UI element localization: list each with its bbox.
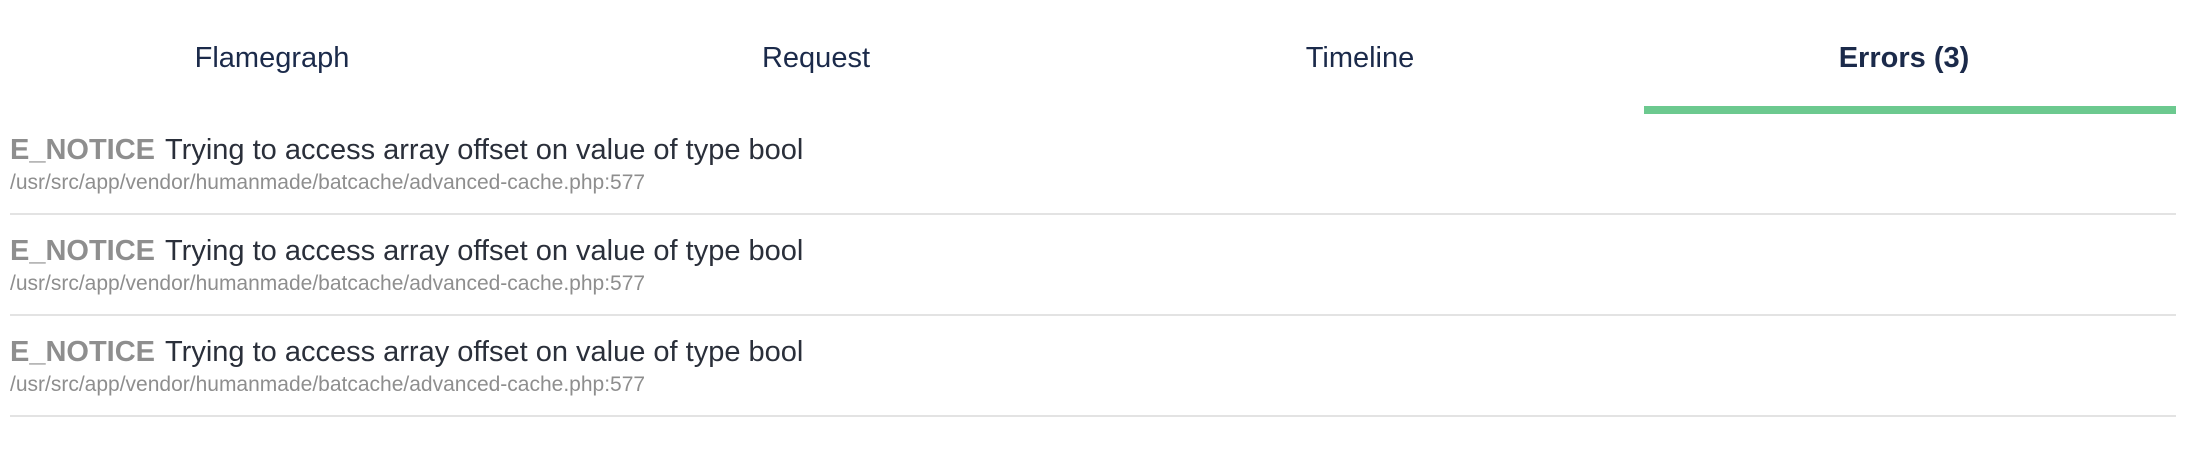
error-list: E_NOTICE Trying to access array offset on… [10,114,2176,417]
error-location: /usr/src/app/vendor/humanmade/batcache/a… [10,272,646,295]
tab-flamegraph[interactable]: Flamegraph [0,0,544,114]
error-type: E_NOTICE [10,235,156,267]
error-item: E_NOTICE Trying to access array offset on… [10,316,2176,417]
tab-label: Request [761,41,870,74]
error-message: Trying to access array offset on value o… [165,134,804,166]
tab-request[interactable]: Request [544,0,1088,114]
tab-label: Errors (3) [1838,41,1970,74]
error-type: E_NOTICE [10,336,156,368]
tab-label: Timeline [1305,41,1415,74]
tab-timeline[interactable]: Timeline [1088,0,1632,114]
error-heading: E_NOTICE Trying to access array offset on… [10,132,803,168]
error-type: E_NOTICE [10,134,156,166]
profiler-panel: Flamegraph Request Timeline Errors (3) E… [0,0,2190,452]
error-heading: E_NOTICE Trying to access array offset on… [10,334,803,370]
tab-errors[interactable]: Errors (3) [1632,0,2176,114]
error-message: Trying to access array offset on value o… [165,336,804,368]
error-item: E_NOTICE Trying to access array offset on… [10,215,2176,316]
error-message: Trying to access array offset on value o… [165,235,804,267]
error-location: /usr/src/app/vendor/humanmade/batcache/a… [10,373,646,396]
error-item: E_NOTICE Trying to access array offset on… [10,114,2176,215]
error-location: /usr/src/app/vendor/humanmade/batcache/a… [10,171,646,194]
tab-bar: Flamegraph Request Timeline Errors (3) [0,0,2176,114]
error-heading: E_NOTICE Trying to access array offset on… [10,233,803,269]
tab-label: Flamegraph [194,41,350,74]
